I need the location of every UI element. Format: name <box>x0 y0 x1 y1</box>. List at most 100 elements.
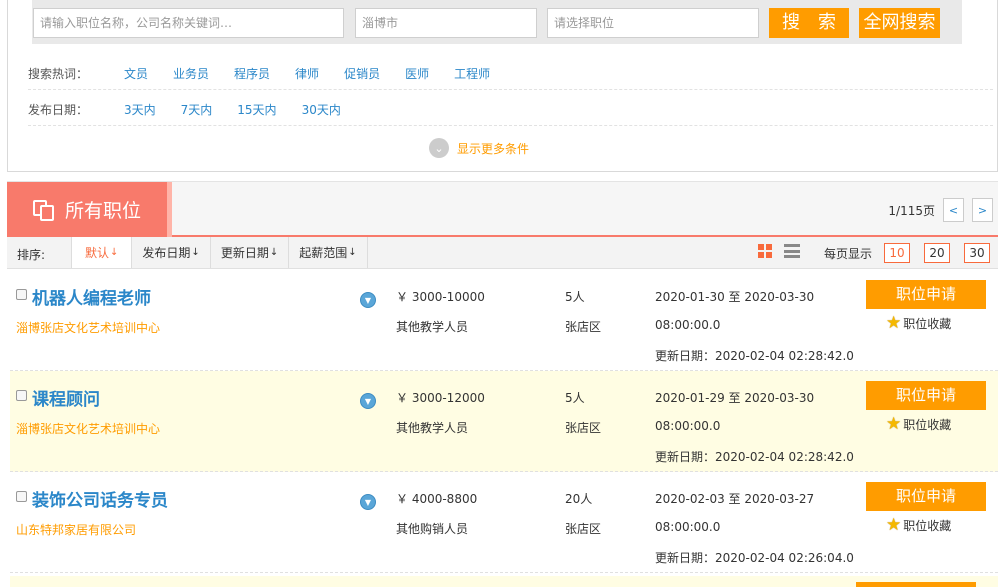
headcount: 5人 <box>565 290 585 304</box>
date-filter-row: 发布日期： 3天内 7天内 15天内 30天内 <box>28 90 993 126</box>
chevron-down-icon[interactable]: ▼ <box>360 292 376 308</box>
list-header: 所有职位 1/115页 < > <box>7 181 998 237</box>
headcount: 5人 <box>565 391 585 405</box>
update-date: 更新日期：2020-02-04 02:28:42.0 <box>655 450 854 464</box>
keyword-input[interactable] <box>33 8 344 38</box>
per-page-options: 10 20 30 <box>884 243 991 263</box>
job-title-link[interactable]: 课程顾问 <box>32 385 100 410</box>
prev-page-button[interactable]: < <box>943 198 964 222</box>
hot-term-link[interactable]: 程序员 <box>234 65 270 82</box>
position-select[interactable] <box>547 8 759 38</box>
per-page-label: 每页显示 <box>824 246 873 261</box>
sort-option[interactable]: 更新日期 ↓ <box>209 237 289 268</box>
favorite-label: 职位收藏 <box>903 418 952 432</box>
job-list: 机器人编程老师淄博张店文化艺术培训中心 ￥ 3000-10000 其他教学人员 5人张… <box>10 270 998 573</box>
chevron-down-icon[interactable]: ▼ <box>360 494 376 510</box>
arrow-down-icon: ↓ <box>110 247 119 258</box>
chevron-down-icon: ⌄ <box>429 138 449 158</box>
job-title-link[interactable]: 装饰公司话务专员 <box>32 486 168 511</box>
apply-button[interactable]: 职位申请 <box>866 280 986 309</box>
copy-icon <box>31 198 57 222</box>
list-view-icon[interactable] <box>784 244 800 258</box>
hot-term-link[interactable]: 文员 <box>124 65 148 82</box>
arrow-down-icon: ↓ <box>269 247 279 258</box>
date-option-link[interactable]: 3天内 <box>124 101 156 118</box>
hot-terms-label: 搜索热词： <box>28 67 89 81</box>
next-page-button[interactable]: > <box>972 198 993 222</box>
headcount: 20人 <box>565 492 593 506</box>
apply-button[interactable]: 职位申请 <box>866 482 986 511</box>
search-button[interactable]: 搜 索 <box>769 8 849 38</box>
show-more-label: 显示更多条件 <box>457 141 530 156</box>
date-filter-label: 发布日期： <box>28 103 89 117</box>
chevron-down-icon[interactable]: ▼ <box>360 393 376 409</box>
company-link[interactable]: 淄博张店文化艺术培训中心 <box>16 420 160 437</box>
sort-option-label: 默认 <box>85 246 110 260</box>
arrow-down-icon: ↓ <box>191 247 200 258</box>
search-panel: 搜 索 全网搜索 搜索热词： 文员 业务员 程序员 律师 促销员 医师 工程师 发布日期： … <box>7 0 998 172</box>
job-checkbox[interactable] <box>16 289 27 300</box>
pager: 1/115页 < > <box>888 198 998 222</box>
city-input[interactable] <box>355 8 537 38</box>
apply-button[interactable]: 职位申请 <box>866 381 986 410</box>
job-category: 其他教学人员 <box>396 320 469 334</box>
job-row: 机器人编程老师 淄博张店文化艺术培训中心 ￥ 3000-10000 其他教学人员 5人张… <box>10 270 998 371</box>
hot-term-link[interactable]: 促销员 <box>344 65 380 82</box>
next-apply-button-peek[interactable] <box>856 582 976 587</box>
salary: ￥ 3000-10000 <box>396 290 485 304</box>
per-page-option[interactable]: 10 <box>884 243 911 263</box>
page-indicator: 1/115页 <box>888 203 935 218</box>
favorite-button[interactable]: ★ 职位收藏 <box>886 416 951 433</box>
date-range: 2020-02-03 至 2020-03-27 <box>655 492 815 506</box>
favorite-label: 职位收藏 <box>903 519 952 533</box>
star-icon: ★ <box>886 414 902 434</box>
job-category: 其他购销人员 <box>396 522 469 536</box>
date-option-link[interactable]: 7天内 <box>181 101 213 118</box>
sort-option[interactable]: 发布日期 ↓ <box>131 237 210 268</box>
company-link[interactable]: 山东特邦家居有限公司 <box>16 521 136 538</box>
favorite-button[interactable]: ★ 职位收藏 <box>886 517 951 534</box>
tab-all-jobs-label: 所有职位 <box>65 200 142 222</box>
salary: ￥ 3000-12000 <box>396 391 485 405</box>
hot-term-link[interactable]: 业务员 <box>173 65 209 82</box>
favorite-label: 职位收藏 <box>903 317 952 331</box>
sort-option-label: 发布日期 <box>142 246 191 260</box>
sort-option[interactable]: 起薪范围 ↓ <box>288 237 368 268</box>
show-more-conditions[interactable]: ⌄ 显示更多条件 <box>429 137 529 159</box>
job-row: 课程顾问 淄博张店文化艺术培训中心 ￥ 3000-12000 其他教学人员 5人 张店区 2… <box>10 371 998 472</box>
sort-label: 排序: <box>17 248 46 262</box>
salary: ￥ 4000-8800 <box>396 492 478 506</box>
hot-term-link[interactable]: 工程师 <box>454 65 490 82</box>
next-row-peek <box>10 576 998 587</box>
date-option-link[interactable]: 15天内 <box>237 101 276 118</box>
district: 张店区 <box>565 522 602 536</box>
per-page-option[interactable]: 30 <box>964 243 991 263</box>
per-page-selector: 每页显示 10 20 30 <box>824 243 991 263</box>
work-time: 08:00:00.0 <box>655 318 721 332</box>
work-time: 08:00:00.0 <box>655 520 721 534</box>
global-search-button[interactable]: 全网搜索 <box>859 8 940 38</box>
arrow-down-icon: ↓ <box>348 247 357 258</box>
date-option-link[interactable]: 30天内 <box>302 101 341 118</box>
hot-terms-list: 文员 业务员 程序员 律师 促销员 医师 工程师 <box>124 65 515 82</box>
date-filter-list: 3天内 7天内 15天内 30天内 <box>124 101 366 118</box>
hot-term-link[interactable]: 医师 <box>405 65 429 82</box>
favorite-button[interactable]: ★ 职位收藏 <box>886 315 951 332</box>
job-title-link[interactable]: 机器人编程老师 <box>32 284 151 309</box>
star-icon: ★ <box>886 313 902 333</box>
sort-options: 默认 ↓ 发布日期 ↓ 更新日期 ↓ 起薪范围 ↓ <box>71 237 368 268</box>
district: 张店区 <box>565 421 602 435</box>
tab-all-jobs[interactable]: 所有职位 <box>7 182 172 237</box>
update-date: 更新日期：2020-02-04 02:26:04.0 <box>655 551 854 565</box>
job-checkbox[interactable] <box>16 390 27 401</box>
star-icon: ★ <box>886 515 902 535</box>
job-checkbox[interactable] <box>16 491 27 502</box>
sort-option[interactable]: 默认 ↓ <box>71 237 132 268</box>
sort-option-label: 更新日期 <box>220 246 269 260</box>
grid-view-icon[interactable] <box>758 244 772 258</box>
company-link[interactable]: 淄博张店文化艺术培训中心 <box>16 319 160 336</box>
per-page-option[interactable]: 20 <box>924 243 951 263</box>
update-date: 更新日期：2020-02-04 02:28:42.0 <box>655 349 854 363</box>
sort-bar: 排序: 默认 ↓ 发布日期 ↓ 更新日期 ↓ 起薪范围 ↓ 每页显示 10 20 30 <box>7 237 998 269</box>
hot-term-link[interactable]: 律师 <box>295 65 319 82</box>
